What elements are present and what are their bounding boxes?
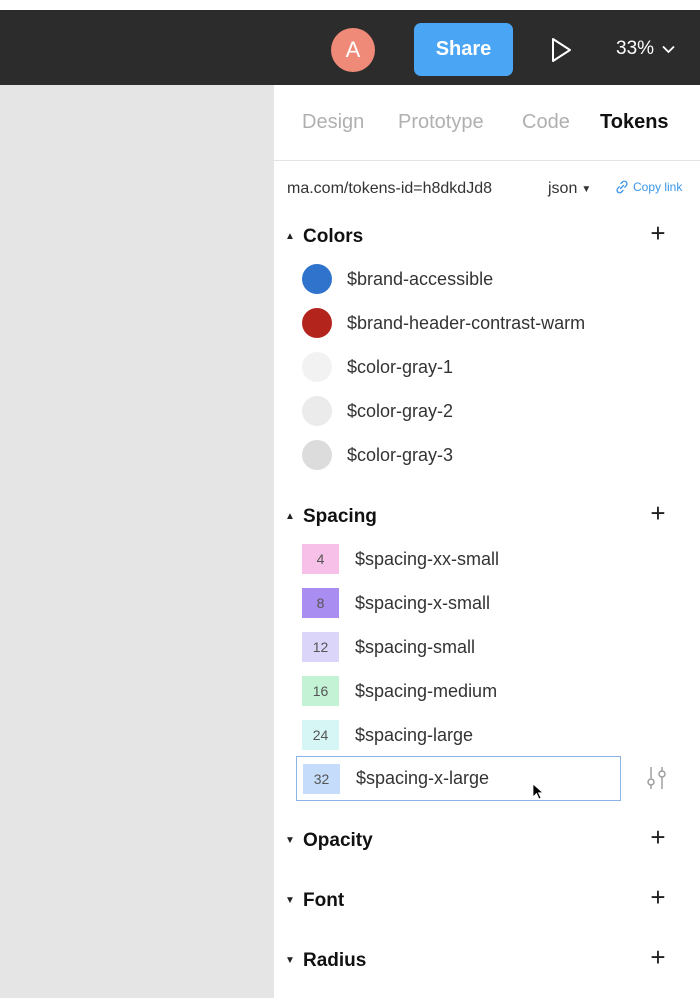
spacing-value-chip: 12 xyxy=(302,632,339,662)
add-font-token-button[interactable]: + xyxy=(646,884,670,910)
section-font-header: ▼ Font + xyxy=(285,884,685,916)
spacing-token-row[interactable]: 4 $spacing-xx-small xyxy=(302,541,620,577)
design-canvas[interactable] xyxy=(0,85,274,998)
edit-token-icon[interactable] xyxy=(644,764,670,792)
section-radius-header: ▼ Radius + xyxy=(285,944,685,976)
spacing-value-chip: 8 xyxy=(302,588,339,618)
spacing-token-row-selected[interactable]: 32 $spacing-x-large xyxy=(296,756,621,801)
add-spacing-token-button[interactable]: + xyxy=(646,500,670,526)
expand-arrow-icon[interactable]: ▼ xyxy=(285,895,295,906)
token-name: $spacing-x-small xyxy=(355,592,491,613)
token-url-row: ma.com/tokens-id=h8dkdJd8 json ▼ Copy li… xyxy=(287,178,697,200)
spacing-token-row[interactable]: 12 $spacing-small xyxy=(302,629,620,665)
tab-prototype[interactable]: Prototype xyxy=(398,111,484,134)
color-token-row[interactable]: $color-gray-1 xyxy=(302,349,682,385)
section-title: Colors xyxy=(303,226,364,247)
token-name: $spacing-xx-small xyxy=(355,548,500,569)
spacing-value-chip: 24 xyxy=(302,720,339,750)
section-spacing-header: ▲ Spacing + xyxy=(285,500,685,532)
add-opacity-token-button[interactable]: + xyxy=(646,824,670,850)
spacing-token-row[interactable]: 16 $spacing-medium xyxy=(302,673,620,709)
color-swatch xyxy=(302,264,332,294)
color-token-row[interactable]: $color-gray-3 xyxy=(302,437,682,473)
add-radius-token-button[interactable]: + xyxy=(646,944,670,970)
spacing-token-row[interactable]: 8 $spacing-x-small xyxy=(302,585,620,621)
token-name: $color-gray-3 xyxy=(347,444,454,465)
section-title: Radius xyxy=(303,950,367,971)
collapse-arrow-icon[interactable]: ▲ xyxy=(285,231,295,242)
tab-code[interactable]: Code xyxy=(522,111,570,134)
expand-arrow-icon[interactable]: ▼ xyxy=(285,955,295,966)
color-token-row[interactable]: $brand-header-contrast-warm xyxy=(302,305,682,341)
collapse-arrow-icon[interactable]: ▲ xyxy=(285,511,295,522)
spacing-token-row[interactable]: 24 $spacing-large xyxy=(302,717,620,753)
tab-design[interactable]: Design xyxy=(302,111,364,134)
section-title: Font xyxy=(303,890,345,911)
token-name: $color-gray-1 xyxy=(347,356,454,377)
color-swatch xyxy=(302,396,332,426)
color-swatch xyxy=(302,440,332,470)
panel-tabs: Design Prototype Code Tokens xyxy=(274,85,700,161)
copy-link-button[interactable]: Copy link xyxy=(615,180,682,194)
section-title: Opacity xyxy=(303,830,373,851)
user-avatar[interactable]: A xyxy=(331,28,375,72)
token-name: $brand-header-contrast-warm xyxy=(347,312,586,333)
token-name: $spacing-small xyxy=(355,636,476,657)
color-swatch xyxy=(302,352,332,382)
caret-down-icon: ▼ xyxy=(581,183,592,195)
token-name: $spacing-x-large xyxy=(356,768,490,788)
spacing-value-chip: 32 xyxy=(303,763,340,794)
spacing-value-chip: 4 xyxy=(302,544,339,574)
color-token-row[interactable]: $brand-accessible xyxy=(302,261,682,297)
token-name: $color-gray-2 xyxy=(347,400,454,421)
link-icon xyxy=(616,180,628,194)
add-color-token-button[interactable]: + xyxy=(646,220,670,246)
section-title: Spacing xyxy=(303,506,377,527)
spacing-value-chip: 16 xyxy=(302,676,339,706)
zoom-dropdown[interactable]: 33% xyxy=(616,34,675,64)
section-colors-header: ▲ Colors + xyxy=(285,220,685,252)
color-token-row[interactable]: $color-gray-2 xyxy=(302,393,682,429)
color-swatch xyxy=(302,308,332,338)
mouse-cursor-icon xyxy=(532,783,544,800)
format-value: json xyxy=(548,180,578,197)
copy-link-label: Copy link xyxy=(633,180,683,194)
share-button[interactable]: Share xyxy=(414,23,513,76)
zoom-value: 33% xyxy=(616,38,655,59)
token-url[interactable]: ma.com/tokens-id=h8dkdJd8 xyxy=(287,180,492,198)
token-name: $brand-accessible xyxy=(347,268,494,289)
tokens-panel: Design Prototype Code Tokens ma.com/toke… xyxy=(274,85,700,998)
chevron-down-icon xyxy=(662,45,675,53)
section-opacity-header: ▼ Opacity + xyxy=(285,824,685,856)
expand-arrow-icon[interactable]: ▼ xyxy=(285,835,295,846)
format-select[interactable]: json ▼ xyxy=(548,180,591,198)
tab-tokens[interactable]: Tokens xyxy=(600,111,669,134)
play-icon[interactable] xyxy=(548,36,574,64)
token-name: $spacing-large xyxy=(355,724,474,745)
token-name: $spacing-medium xyxy=(355,680,498,701)
top-toolbar: A Share 33% xyxy=(0,10,700,85)
